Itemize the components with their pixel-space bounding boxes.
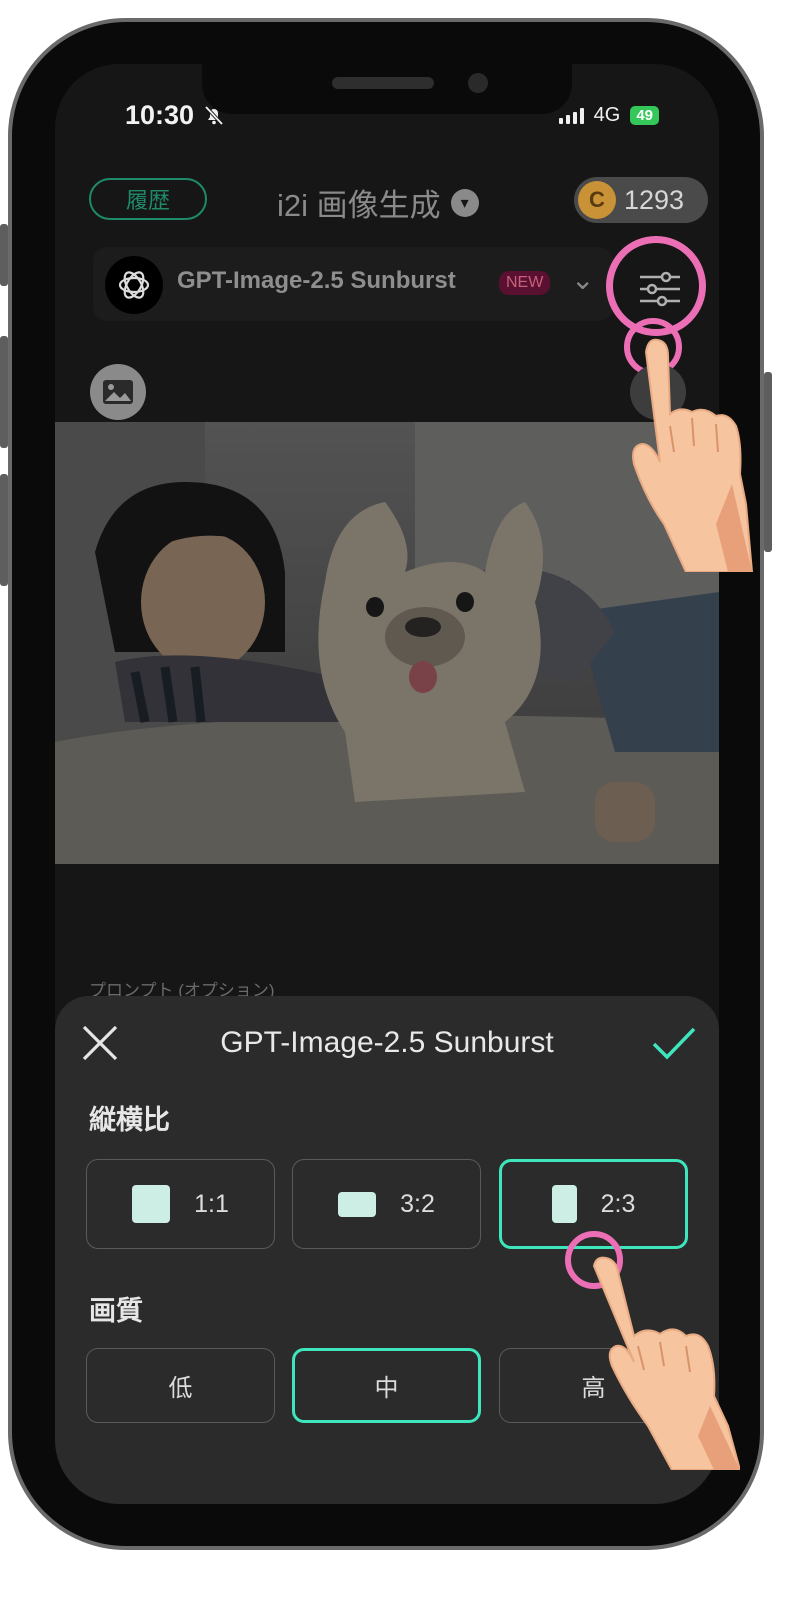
sheet-title: GPT-Image-2.5 Sunburst <box>220 1026 554 1059</box>
mute-switch <box>0 224 8 286</box>
power-button <box>764 372 772 552</box>
portrait-icon <box>551 1185 577 1223</box>
model-name: GPT-Image-2.5 Sunburst <box>177 267 456 294</box>
quality-option-low[interactable]: 低 <box>86 1348 275 1423</box>
model-selector[interactable]: GPT-Image-2.5 Sunburst NEW ⌄ <box>93 247 613 321</box>
quality-option-medium[interactable]: 中 <box>292 1348 481 1423</box>
volume-up-button <box>0 336 8 448</box>
openai-logo-icon <box>105 256 163 314</box>
coin-count: 1293 <box>624 184 685 215</box>
volume-down-button <box>0 474 8 586</box>
quality-label: 画質 <box>89 1296 143 1326</box>
chevron-down-icon: ▾ <box>450 188 479 217</box>
aspect-ratio-label: 縦横比 <box>89 1105 170 1135</box>
coin-balance[interactable]: C 1293 <box>574 177 708 223</box>
aspect-option-1-1[interactable]: 1:1 <box>86 1159 275 1249</box>
aspect-option-3-2[interactable]: 3:2 <box>292 1159 481 1249</box>
coin-icon: C <box>578 181 616 219</box>
status-indicators: 4G 49 <box>558 104 659 127</box>
landscape-icon <box>338 1191 377 1217</box>
gallery-button[interactable] <box>90 364 146 420</box>
pointing-hand-icon <box>632 338 754 572</box>
signal-icon <box>558 107 584 124</box>
history-button[interactable]: 履歴 <box>89 178 207 220</box>
square-icon <box>132 1185 171 1223</box>
aspect-option-label: 1:1 <box>194 1189 229 1218</box>
notch <box>202 64 572 114</box>
source-photo <box>55 422 719 864</box>
image-icon <box>103 380 133 404</box>
page-title: i2i 画像生成 <box>277 188 441 223</box>
pointing-hand-icon <box>592 1256 740 1470</box>
battery-indicator: 49 <box>630 106 659 125</box>
check-icon[interactable] <box>651 1024 697 1064</box>
new-badge: NEW <box>499 271 551 295</box>
aspect-option-label: 3:2 <box>400 1189 435 1218</box>
chevron-down-icon: ⌄ <box>571 264 595 295</box>
page-title-dropdown[interactable]: i2i 画像生成 ▾ <box>277 180 479 225</box>
aspect-option-label: 2:3 <box>600 1189 636 1218</box>
network-label: 4G <box>593 104 621 126</box>
